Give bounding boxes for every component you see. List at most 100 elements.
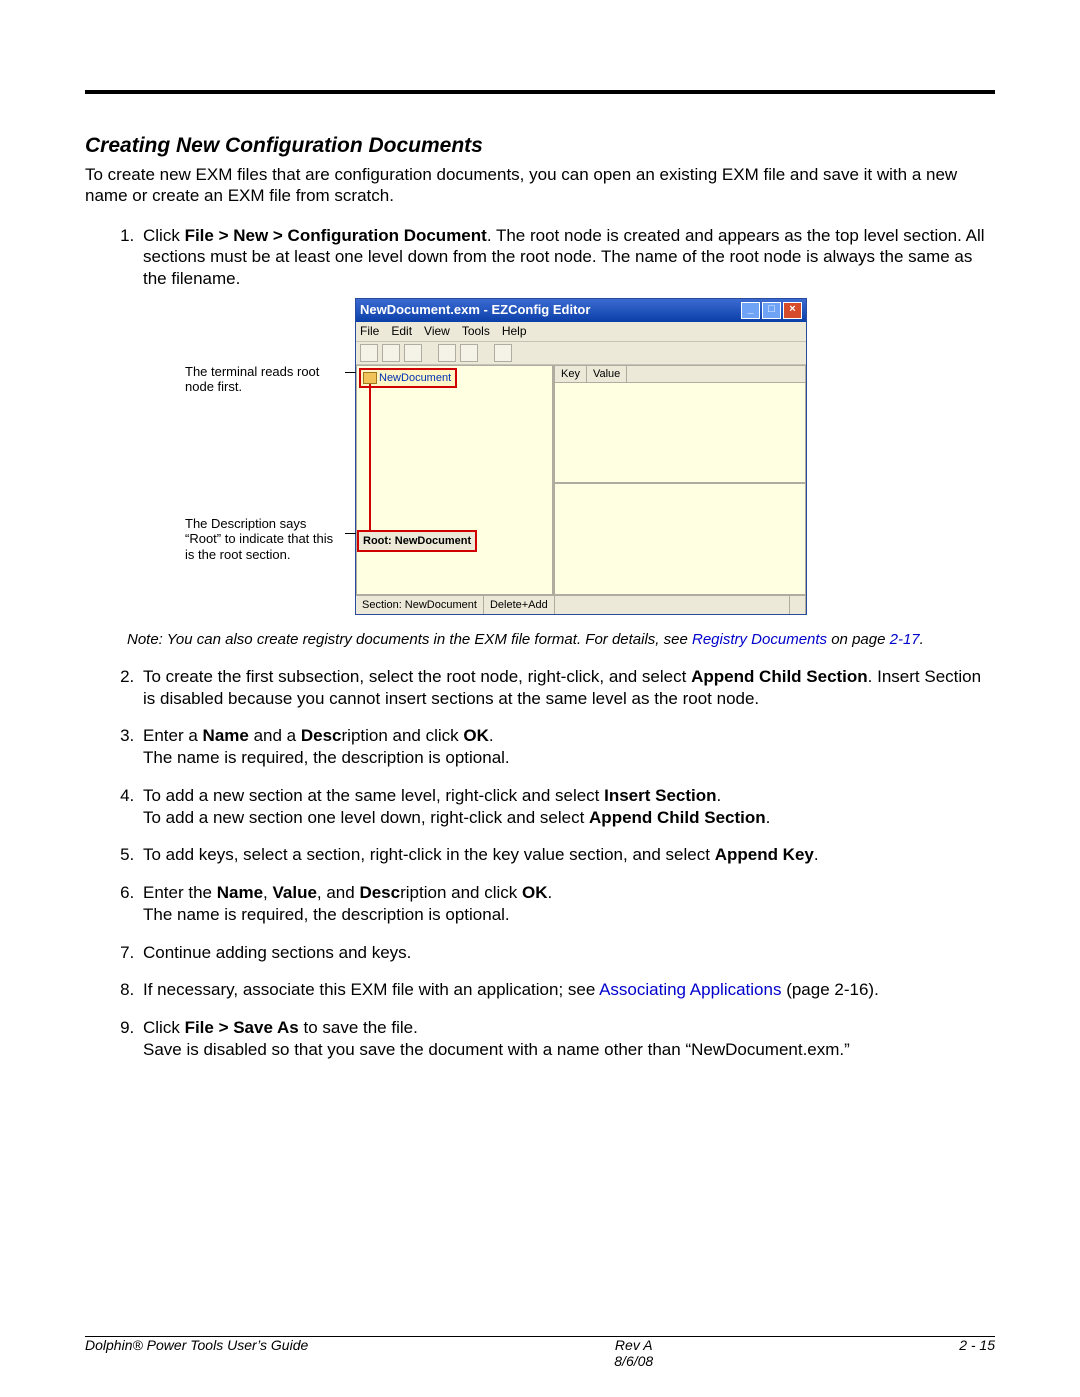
callout-root-desc: The Description says “Root” to indicate …: [185, 516, 345, 563]
kv-header: Key Value: [554, 365, 806, 383]
tool-save-icon[interactable]: [404, 344, 422, 362]
step-9: Click File > Save As to save the file. S…: [139, 1017, 995, 1061]
step-8: If necessary, associate this EXM file wi…: [139, 979, 995, 1001]
toolbar: [356, 342, 806, 365]
s2a: To create the first subsection, select t…: [143, 667, 691, 686]
step-2: To create the first subsection, select t…: [139, 666, 995, 710]
steps-list: Click File > New > Configuration Documen…: [85, 225, 995, 616]
window-buttons: _ □ ×: [741, 302, 802, 319]
close-icon[interactable]: ×: [783, 302, 802, 319]
s8b: (page 2-16).: [781, 980, 878, 999]
s9path: File > Save As: [185, 1018, 299, 1037]
kv-col-key: Key: [555, 366, 587, 382]
s6a: Enter the: [143, 883, 217, 902]
note-mid: on page: [827, 631, 890, 648]
menu-bar: File Edit View Tools Help: [356, 322, 806, 342]
footer-date: 8/6/08: [614, 1353, 653, 1369]
callout-root-first: The terminal reads root node first.: [185, 364, 345, 395]
step-6: Enter the Name, Value, and Description a…: [139, 882, 995, 926]
kv-list[interactable]: [554, 383, 806, 483]
status-mode: Delete+Add: [484, 596, 555, 614]
note-tail: .: [920, 631, 924, 648]
s5a: To add keys, select a section, right-cli…: [143, 845, 715, 864]
s8link[interactable]: Associating Applications: [599, 980, 781, 999]
figure: The terminal reads root node first. The …: [185, 298, 995, 615]
kv-detail[interactable]: [554, 483, 806, 595]
section-heading: Creating New Configuration Documents: [85, 134, 995, 158]
tree-pane[interactable]: NewDocument Root: NewDocument: [356, 365, 554, 595]
step-5: To add keys, select a section, right-cli…: [139, 844, 995, 866]
tool-new-icon[interactable]: [360, 344, 378, 362]
footer-left: Dolphin® Power Tools User’s Guide: [85, 1337, 308, 1353]
s3desc: Desc: [301, 726, 342, 745]
s6name: Name: [217, 883, 263, 902]
menu-view[interactable]: View: [424, 324, 450, 339]
s5ak: Append Key: [715, 845, 814, 864]
note-link-registry[interactable]: Registry Documents: [692, 631, 827, 648]
title-app: - EZConfig Editor: [484, 302, 591, 317]
step1-prefix: Click: [143, 226, 185, 245]
tool-icon-a[interactable]: [438, 344, 456, 362]
tool-icon-b[interactable]: [460, 344, 478, 362]
s4d: .: [766, 808, 771, 827]
footer-rev: Rev A: [615, 1337, 653, 1353]
note-lead: Note: You can also create registry docum…: [127, 631, 692, 648]
titlebar-text: NewDocument.exm - EZConfig Editor: [360, 302, 590, 319]
step-7: Continue adding sections and keys.: [139, 942, 995, 964]
menu-help[interactable]: Help: [502, 324, 527, 339]
s5b: .: [814, 845, 819, 864]
s9a: Click: [143, 1018, 185, 1037]
top-rule: [85, 90, 995, 94]
s6d: ription and click: [400, 883, 522, 902]
s6ok: OK: [522, 883, 548, 902]
note: Note: You can also create registry docum…: [127, 631, 995, 650]
toolbar-sep2: [482, 344, 490, 362]
step-1: Click File > New > Configuration Documen…: [139, 225, 995, 616]
minimize-icon[interactable]: _: [741, 302, 760, 319]
title-doc: NewDocument.exm: [360, 302, 480, 317]
s6desc: Desc: [359, 883, 400, 902]
s3line2: The name is required, the description is…: [143, 748, 510, 767]
step1-menu-path: File > New > Configuration Document: [185, 226, 487, 245]
panes: NewDocument Root: NewDocument Key Value: [356, 365, 806, 595]
s4app: Append Child Section: [589, 808, 766, 827]
s4c: To add a new section one level down, rig…: [143, 808, 589, 827]
status-fill: [555, 596, 790, 614]
s8a: If necessary, associate this EXM file wi…: [143, 980, 599, 999]
s9b: to save the file.: [299, 1018, 418, 1037]
keyvalue-pane: Key Value: [554, 365, 806, 595]
status-bar: Section: NewDocument Delete+Add: [356, 595, 806, 614]
s6e: .: [547, 883, 552, 902]
status-grip: [790, 596, 806, 614]
tree-root-node[interactable]: NewDocument: [359, 368, 457, 388]
menu-edit[interactable]: Edit: [391, 324, 412, 339]
s4b: .: [717, 786, 722, 805]
root-description-box: Root: NewDocument: [357, 530, 477, 552]
toolbar-sep: [426, 344, 434, 362]
menu-tools[interactable]: Tools: [462, 324, 490, 339]
s3a: Enter a: [143, 726, 203, 745]
footer: Dolphin® Power Tools User’s Guide Rev A …: [85, 1337, 995, 1369]
tool-icon-c[interactable]: [494, 344, 512, 362]
maximize-icon[interactable]: □: [762, 302, 781, 319]
s6c: , and: [317, 883, 360, 902]
app-window: NewDocument.exm - EZConfig Editor _ □ × …: [355, 298, 807, 615]
footer-center: Rev A 8/6/08: [614, 1337, 653, 1369]
step-3: Enter a Name and a Description and click…: [139, 725, 995, 769]
red-connector: [369, 384, 371, 536]
status-section: Section: NewDocument: [356, 596, 484, 614]
note-page-link[interactable]: 2-17: [890, 631, 920, 648]
menu-file[interactable]: File: [360, 324, 379, 339]
s4ins: Insert Section: [604, 786, 716, 805]
s3ok: OK: [463, 726, 489, 745]
s3b: and a: [249, 726, 301, 745]
callouts: The terminal reads root node first. The …: [185, 298, 355, 615]
tool-open-icon[interactable]: [382, 344, 400, 362]
step-4: To add a new section at the same level, …: [139, 785, 995, 829]
s3name: Name: [203, 726, 249, 745]
s3d: .: [489, 726, 494, 745]
s2b: Append Child Section: [691, 667, 868, 686]
s9line2: Save is disabled so that you save the do…: [143, 1040, 850, 1059]
s3c: ription and click: [342, 726, 464, 745]
footer-right: 2 - 15: [959, 1337, 995, 1353]
